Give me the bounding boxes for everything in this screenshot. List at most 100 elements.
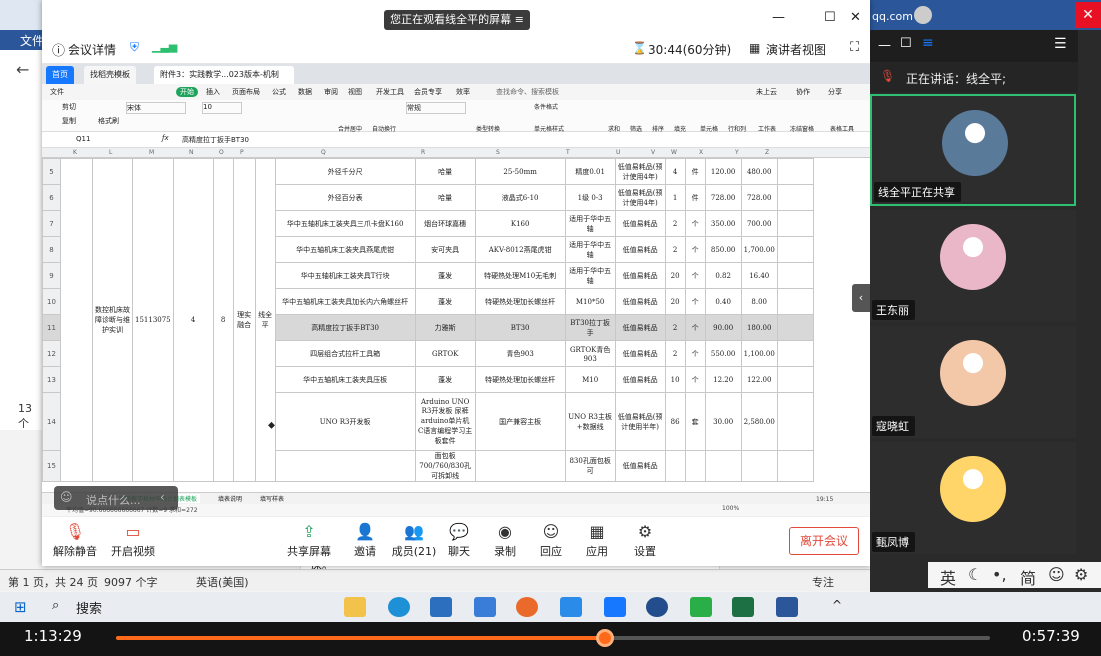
sogou-icon[interactable] (646, 597, 668, 617)
mail-icon[interactable] (430, 597, 452, 617)
table-cell[interactable]: 低值易耗品(预计使用4年) (614, 158, 666, 185)
table-cell[interactable]: 20 (664, 288, 686, 315)
meeting-app-icon[interactable] (604, 597, 626, 617)
ribbon-tool[interactable]: 格式刷 (98, 116, 119, 126)
column-header[interactable]: Y (735, 149, 739, 156)
leave-meeting-button[interactable]: 离开会议 (789, 527, 859, 555)
table-cell[interactable]: 4 (664, 158, 686, 185)
table-cell[interactable]: 2,580.00 (740, 392, 778, 451)
table-cell[interactable]: 华中五轴机床工装夹具三爪卡盘K160 (274, 210, 416, 237)
table-cell[interactable]: 高精度拉丁扳手BT30 (274, 314, 416, 341)
table-cell[interactable]: 15 (42, 450, 61, 482)
table-cell[interactable]: 低值易耗品 (614, 450, 666, 482)
table-cell[interactable] (740, 450, 778, 482)
table-cell[interactable]: 低值易耗品 (614, 288, 666, 315)
table-cell[interactable]: 8.00 (740, 288, 778, 315)
table-cell[interactable]: 特硬热处理加长螺丝杆 (474, 288, 566, 315)
table-cell[interactable]: 低值易耗品 (614, 236, 666, 263)
table-cell[interactable] (776, 210, 814, 237)
cell-ref[interactable]: Q11 (76, 135, 90, 143)
table-cell[interactable]: 外径百分表 (274, 184, 416, 211)
word-icon[interactable] (776, 597, 798, 617)
column-header[interactable]: S (496, 149, 500, 156)
menu-item[interactable]: 效率 (456, 87, 470, 97)
table-cell[interactable] (684, 450, 706, 482)
table-cell[interactable]: BT30 (474, 314, 566, 341)
ribbon-tool[interactable]: 复制 (62, 116, 76, 126)
column-header[interactable]: Z (765, 149, 769, 156)
participant-tile[interactable]: 甄凤博 (870, 442, 1076, 554)
avatar-icon[interactable] (914, 6, 932, 24)
menu-item[interactable]: 公式 (272, 87, 286, 97)
table-cell[interactable]: 外径千分尺 (274, 158, 416, 185)
table-row[interactable]: 5 数控机床故障诊断与维护实训 15113075 4 8 理实融合 线全平 外径千分尺 哈量 25… (42, 158, 814, 482)
invite-button[interactable]: 👤 邀请 (340, 521, 390, 559)
table-cell[interactable]: 华中五轴机床工装夹具燕尾虎钳 (274, 236, 416, 263)
table-cell[interactable]: 面包板700/760/830孔 可拆卸线 (414, 450, 476, 482)
merged-cell[interactable]: 线全平 (254, 158, 276, 482)
table-cell[interactable]: 个 (684, 236, 706, 263)
start-video-button[interactable]: ▭ 开启视频 (108, 521, 158, 559)
column-header[interactable]: O (219, 149, 224, 156)
table-cell[interactable]: 低值易耗品 (614, 210, 666, 237)
table-cell[interactable] (776, 340, 814, 367)
table-cell[interactable]: 烟台环球嘉穗 (414, 210, 476, 237)
table-cell[interactable]: 12.20 (704, 366, 742, 393)
table-cell[interactable]: 华中五轴机床工装夹具加长内六角螺丝杆 (274, 288, 416, 315)
column-header[interactable]: Q (321, 149, 326, 156)
menu-item[interactable]: 开始 (176, 87, 198, 97)
table-cell[interactable]: 蓬发 (414, 366, 476, 393)
view-mode[interactable]: 演讲者视图 (766, 41, 826, 58)
store-icon[interactable] (474, 597, 496, 617)
info-icon[interactable]: ⓘ (52, 40, 65, 59)
table-cell[interactable]: 10 (664, 366, 686, 393)
chevron-left-icon[interactable]: ‹ (160, 490, 165, 504)
table-cell[interactable]: AKV-8012燕尾虎钳 (474, 236, 566, 263)
table-cell[interactable]: 728.00 (740, 184, 778, 211)
menu-item[interactable]: 开发工具 (376, 87, 404, 97)
chat-button[interactable]: 💬 聊天 (434, 521, 484, 559)
table-cell[interactable] (776, 184, 814, 211)
column-header[interactable]: U (616, 149, 620, 156)
chat-input[interactable]: ☺ 说点什么... ‹ (54, 486, 178, 510)
table-cell[interactable]: 728.00 (704, 184, 742, 211)
close-icon[interactable]: ✕ (850, 10, 861, 25)
table-cell[interactable]: 16.40 (740, 262, 778, 289)
menu-item[interactable]: 会员专享 (414, 87, 442, 97)
column-header[interactable]: W (671, 149, 677, 156)
table-cell[interactable]: 10 (42, 288, 61, 315)
table-cell[interactable]: 120.00 (704, 158, 742, 185)
word-focus[interactable]: 专注 (812, 574, 834, 590)
firefox-icon[interactable] (516, 597, 538, 617)
close-icon[interactable]: ✕ (1075, 2, 1101, 28)
table-cell[interactable]: 1,700.00 (740, 236, 778, 263)
column-header[interactable]: L (109, 149, 112, 156)
table-cell[interactable]: 个 (684, 340, 706, 367)
seek-handle[interactable] (596, 629, 615, 647)
table-cell[interactable] (776, 392, 814, 451)
table-cell[interactable]: 2 (664, 314, 686, 341)
participant-tile[interactable]: 王东丽 (870, 210, 1076, 322)
table-cell[interactable]: 低值易耗品(预计使用4年) (614, 184, 666, 211)
table-cell[interactable]: 件 (684, 184, 706, 211)
table-cell[interactable]: 华中五轴机床工装夹具T行块 (274, 262, 416, 289)
font-select[interactable]: 宋体 (126, 102, 186, 114)
view-mode-icon[interactable]: ▦ (749, 41, 760, 55)
record-button[interactable]: ◉ 录制 (480, 521, 530, 559)
table-cell[interactable]: 700.00 (740, 210, 778, 237)
table-cell[interactable]: 件 (684, 158, 706, 185)
table-cell[interactable]: 1 (664, 184, 686, 211)
table-cell[interactable]: 个 (684, 288, 706, 315)
column-header[interactable]: P (240, 149, 244, 156)
table-cell[interactable]: 25-50mm (474, 158, 566, 185)
table-cell[interactable]: Arduino UNO R3开发板 尿裤arduino单片机 C语言编程学习主板… (414, 392, 476, 451)
menu-item[interactable]: 数据 (298, 87, 312, 97)
menu-item[interactable]: 视图 (348, 87, 362, 97)
gear-icon[interactable]: ⚙ (1074, 565, 1088, 584)
wps-home-tab[interactable]: 首页 (46, 66, 74, 84)
column-header[interactable]: M (149, 149, 154, 156)
emoji-icon[interactable]: ☺ (1048, 565, 1065, 584)
table-cell[interactable]: 9 (42, 262, 61, 289)
edge-icon[interactable] (388, 597, 410, 617)
moon-icon[interactable]: ☾ (968, 565, 982, 584)
